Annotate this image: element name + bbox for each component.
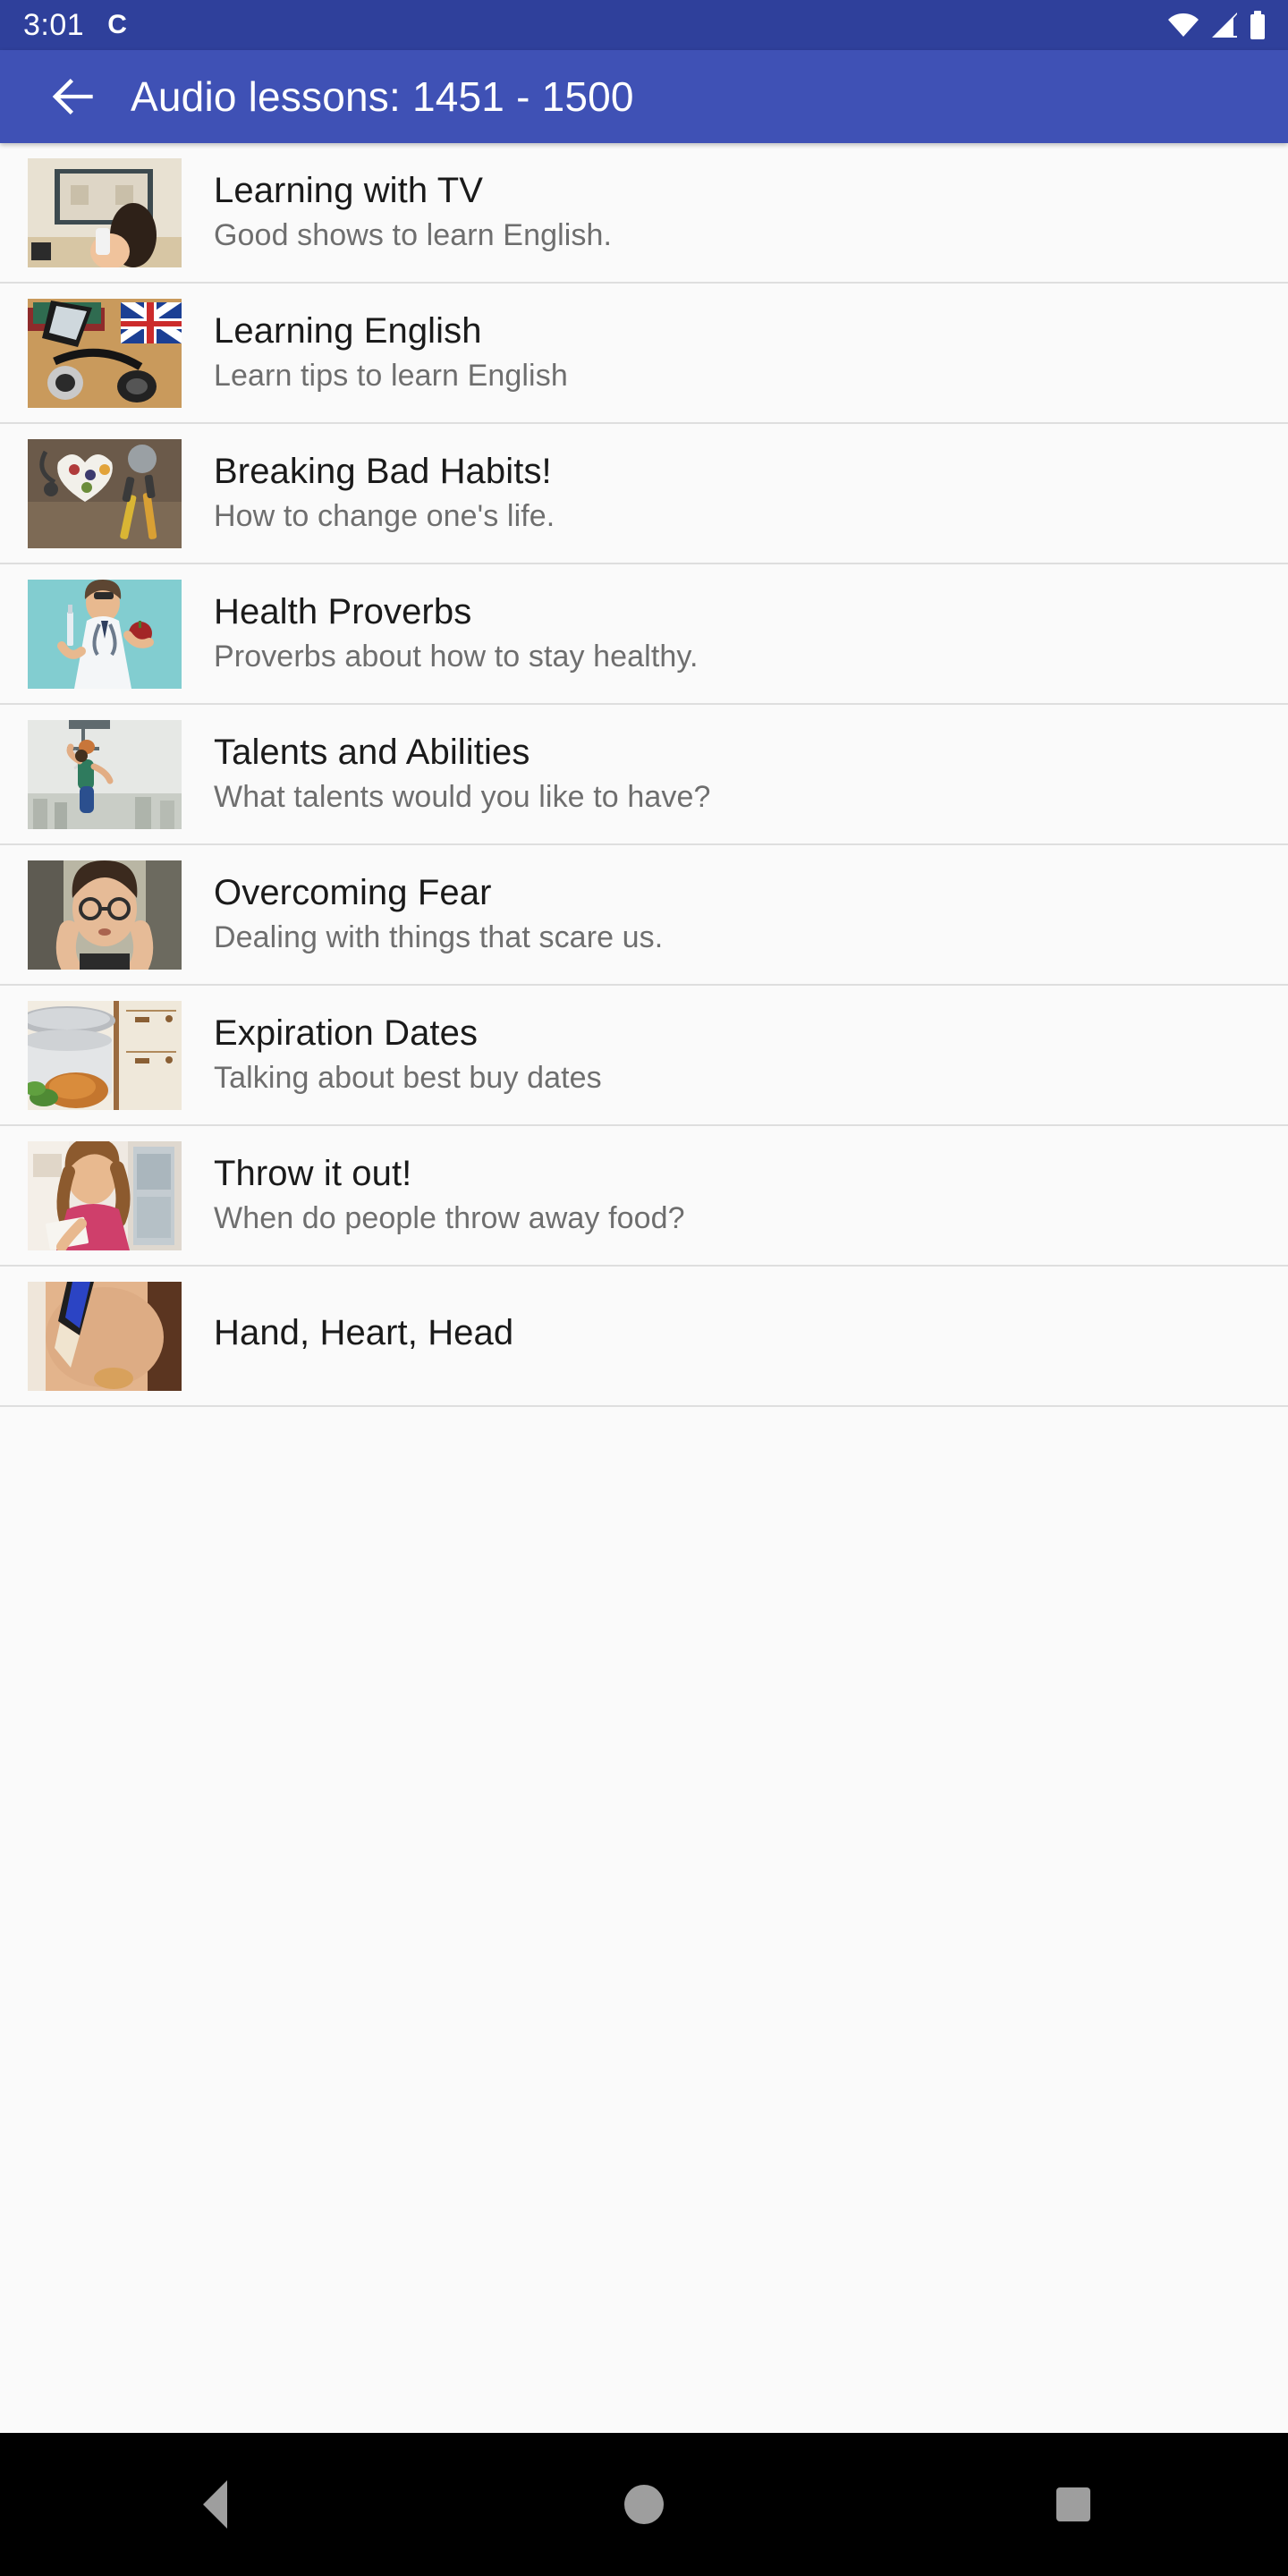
lesson-thumbnail <box>28 438 182 548</box>
list-item[interactable]: Health Proverbs Proverbs about how to st… <box>0 564 1288 705</box>
recents-square-icon <box>1056 2487 1090 2521</box>
lesson-thumbnail <box>28 157 182 267</box>
lesson-list[interactable]: Learning with TV Good shows to learn Eng… <box>0 143 1288 2433</box>
home-circle-icon <box>624 2485 664 2524</box>
list-item[interactable]: Expiration Dates Talking about best buy … <box>0 986 1288 1126</box>
lesson-thumbnail <box>28 1000 182 1110</box>
status-bar-icons <box>1168 11 1265 39</box>
lesson-title: Overcoming Fear <box>214 873 492 913</box>
lesson-subtitle: Learn tips to learn English <box>214 359 568 393</box>
lesson-subtitle: Good shows to learn English. <box>214 218 613 252</box>
lesson-title: Health Proverbs <box>214 592 472 632</box>
list-item[interactable]: Talents and Abilities What talents would… <box>0 705 1288 845</box>
lesson-text: Overcoming Fear Dealing with things that… <box>214 873 1288 956</box>
lesson-title: Talents and Abilities <box>214 733 530 773</box>
status-bar-clock: 3:01 <box>23 8 85 42</box>
lesson-title: Throw it out! <box>214 1154 412 1194</box>
lesson-thumbnail <box>28 1140 182 1250</box>
lesson-subtitle: What talents would you like to have? <box>214 780 711 814</box>
status-bar: 3:01 C <box>0 0 1288 50</box>
notification-icon: C <box>107 10 127 39</box>
lesson-text: Talents and Abilities What talents would… <box>214 733 1288 816</box>
list-item[interactable]: Throw it out! When do people throw away … <box>0 1126 1288 1267</box>
lesson-title: Learning English <box>214 311 482 352</box>
list-item[interactable]: Learning English Learn tips to learn Eng… <box>0 284 1288 424</box>
lesson-subtitle: How to change one's life. <box>214 499 555 533</box>
signal-icon <box>1210 13 1239 38</box>
lesson-title: Hand, Heart, Head <box>214 1312 514 1352</box>
android-navigation-bar <box>0 2433 1288 2576</box>
lesson-thumbnail <box>28 719 182 829</box>
lesson-thumbnail <box>28 298 182 408</box>
lesson-title: Breaking Bad Habits! <box>214 452 552 492</box>
list-item[interactable]: Breaking Bad Habits! How to change one's… <box>0 424 1288 564</box>
lesson-thumbnail <box>28 1281 182 1391</box>
lesson-text: Health Proverbs Proverbs about how to st… <box>214 592 1288 675</box>
wifi-icon <box>1168 13 1199 37</box>
lesson-subtitle: Talking about best buy dates <box>214 1061 602 1095</box>
list-item[interactable]: Learning with TV Good shows to learn Eng… <box>0 143 1288 284</box>
lesson-title: Expiration Dates <box>214 1013 479 1054</box>
lesson-text: Learning English Learn tips to learn Eng… <box>214 311 1288 394</box>
app-bar: Audio lessons: 1451 - 1500 <box>0 50 1288 143</box>
app-root: 3:01 C Audio lessons: 1451 - 1500 Learni… <box>0 0 1288 2576</box>
list-item[interactable]: Overcoming Fear Dealing with things that… <box>0 845 1288 986</box>
back-triangle-icon <box>202 2480 227 2529</box>
lesson-thumbnail <box>28 579 182 689</box>
lesson-subtitle: When do people throw away food? <box>214 1201 685 1235</box>
nav-home-button[interactable] <box>572 2433 716 2576</box>
back-arrow-icon[interactable] <box>47 70 100 123</box>
list-item[interactable]: Hand, Heart, Head <box>0 1267 1288 1407</box>
page-title: Audio lessons: 1451 - 1500 <box>131 73 634 120</box>
lesson-text: Learning with TV Good shows to learn Eng… <box>214 171 1288 254</box>
battery-icon <box>1250 11 1265 39</box>
lesson-subtitle: Dealing with things that scare us. <box>214 920 664 954</box>
lesson-text: Breaking Bad Habits! How to change one's… <box>214 452 1288 535</box>
lesson-text: Hand, Heart, Head <box>214 1313 1288 1360</box>
lesson-subtitle: Proverbs about how to stay healthy. <box>214 640 699 674</box>
nav-back-button[interactable] <box>143 2433 286 2576</box>
lesson-title: Learning with TV <box>214 171 484 211</box>
nav-recents-button[interactable] <box>1002 2433 1145 2576</box>
lesson-text: Expiration Dates Talking about best buy … <box>214 1013 1288 1097</box>
lesson-text: Throw it out! When do people throw away … <box>214 1154 1288 1237</box>
lesson-thumbnail <box>28 860 182 970</box>
battery-body <box>1250 14 1265 39</box>
